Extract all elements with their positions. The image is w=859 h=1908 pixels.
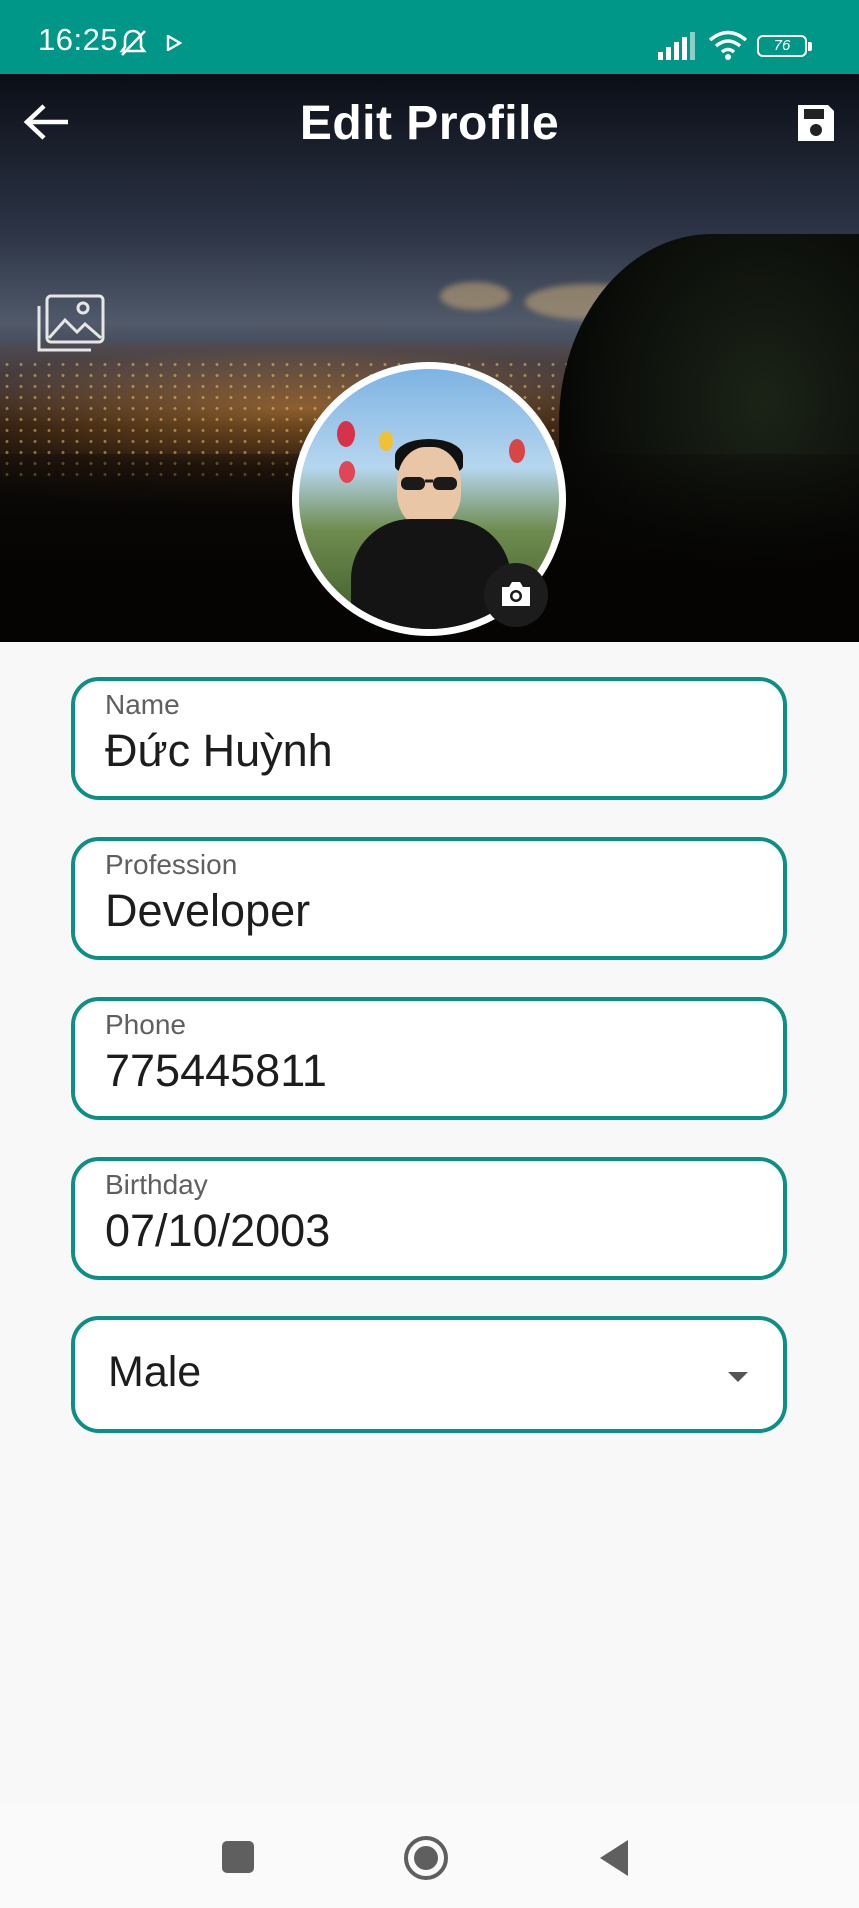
phone-label: Phone	[105, 1009, 186, 1040]
battery-icon: 76	[757, 35, 807, 57]
status-time: 16:25	[38, 22, 119, 57]
name-label: Name	[105, 689, 180, 720]
battery-tip	[808, 42, 812, 51]
change-cover-button[interactable]	[33, 292, 107, 362]
phone-input[interactable]: 775445811	[105, 1045, 327, 1097]
gender-selected-value: Male	[108, 1348, 202, 1396]
birthday-label: Birthday	[105, 1169, 208, 1200]
home-icon-dot	[414, 1846, 438, 1870]
name-input[interactable]: Đức Huỳnh	[105, 725, 333, 777]
phone-field[interactable]: Phone 775445811	[71, 997, 787, 1120]
profession-input[interactable]: Developer	[105, 885, 310, 937]
birthday-input[interactable]: 07/10/2003	[105, 1205, 330, 1257]
status-bar: 16:25 76	[0, 0, 859, 74]
system-nav-bar	[0, 1804, 859, 1908]
nav-back-button[interactable]	[596, 1838, 630, 1878]
save-button[interactable]	[794, 101, 838, 145]
image-gallery-icon	[37, 294, 105, 352]
recents-button[interactable]	[222, 1841, 254, 1873]
avatar-lantern	[337, 421, 355, 447]
signal-icon	[658, 32, 695, 60]
avatar-shirt	[351, 519, 511, 629]
camera-icon	[502, 582, 530, 606]
profession-field[interactable]: Profession Developer	[71, 837, 787, 960]
caret-down-icon	[728, 1372, 748, 1382]
wifi-icon	[708, 30, 748, 60]
cover-cloud	[440, 282, 510, 310]
change-avatar-button[interactable]	[484, 563, 548, 627]
avatar-lantern	[509, 439, 525, 463]
name-field[interactable]: Name Đức Huỳnh	[71, 677, 787, 800]
play-icon	[166, 35, 182, 51]
avatar-sunglasses	[401, 477, 457, 490]
avatar-lantern	[339, 461, 355, 483]
bell-off-icon	[119, 29, 147, 56]
birthday-field[interactable]: Birthday 07/10/2003	[71, 1157, 787, 1280]
avatar-lantern	[379, 431, 393, 451]
profession-label: Profession	[105, 849, 238, 880]
page-title: Edit Profile	[299, 97, 560, 150]
gender-select[interactable]: Male	[71, 1316, 787, 1433]
